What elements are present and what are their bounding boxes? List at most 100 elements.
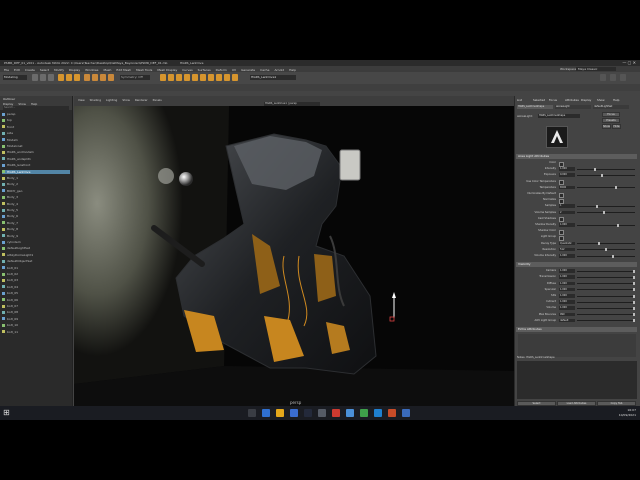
- outliner-row[interactable]: Model1: [2, 138, 70, 143]
- file-explorer-icon[interactable]: [276, 409, 284, 417]
- outliner-row[interactable]: bolt_07: [2, 304, 70, 309]
- outliner-row[interactable]: Body_6: [2, 214, 70, 219]
- attr-slider[interactable]: [577, 282, 635, 286]
- mail-icon[interactable]: [374, 409, 382, 417]
- snap-point-icon[interactable]: [100, 74, 106, 81]
- attr-slider[interactable]: [577, 173, 635, 177]
- attr-menu-item[interactable]: Help: [613, 98, 619, 102]
- toggle-sidebar-icon[interactable]: [600, 74, 606, 81]
- select-tool-icon[interactable]: [58, 74, 64, 81]
- attr-menu-item[interactable]: Attributes: [565, 98, 579, 102]
- attr-slider[interactable]: [577, 167, 635, 171]
- attr-value-field[interactable]: 1.000: [559, 167, 575, 171]
- outliner-row[interactable]: Body_8: [2, 227, 70, 232]
- outliner-row[interactable]: bolt_06: [2, 298, 70, 303]
- viewport-menu-item[interactable]: Shading: [90, 98, 101, 102]
- attr-value-field[interactable]: 2: [559, 210, 575, 215]
- shape-name-field[interactable]: HGRS_LenDriveShape: [538, 114, 580, 118]
- viewport-menu-item[interactable]: Lighting: [106, 98, 117, 102]
- attr-checkbox[interactable]: [559, 235, 564, 241]
- attr-slider[interactable]: [577, 269, 635, 273]
- arnold-render-icon[interactable]: [192, 74, 198, 81]
- mode-select[interactable]: Modeling: [3, 75, 27, 80]
- attr-slider-knob[interactable]: [612, 254, 614, 258]
- attr-slider-knob[interactable]: [598, 242, 600, 246]
- outliner-row[interactable]: Body_7: [2, 221, 70, 226]
- outliner-row[interactable]: HGRS_endsplit1: [2, 157, 70, 162]
- section-visibility[interactable]: Visibility: [516, 262, 637, 268]
- attribute-editor-icon[interactable]: [620, 74, 626, 81]
- attr-slider-knob[interactable]: [605, 248, 607, 252]
- start-icon[interactable]: ⊞: [3, 408, 10, 417]
- attr-slider-knob[interactable]: [633, 275, 635, 279]
- outliner-row[interactable]: bolt_01: [2, 266, 70, 271]
- outliner-row[interactable]: bolt_02: [2, 272, 70, 277]
- snap-curve-icon[interactable]: [92, 74, 98, 81]
- app-icon[interactable]: [360, 409, 368, 417]
- snap-view-icon[interactable]: [108, 74, 114, 81]
- settings-icon[interactable]: [346, 409, 354, 417]
- attr-value-field[interactable]: 1.000: [559, 306, 575, 310]
- section-area-light[interactable]: Area Light Attributes: [516, 154, 637, 159]
- outliner-row[interactable]: defaultObjectSet: [2, 259, 70, 264]
- outliner-row[interactable]: bolt_05: [2, 291, 70, 296]
- outliner-row[interactable]: bolt_10: [2, 323, 70, 328]
- attr-menu-item[interactable]: Display: [581, 98, 591, 102]
- attr-value-field[interactable]: 6500: [559, 185, 575, 190]
- clock-time[interactable]: 16:07: [612, 408, 636, 412]
- attr-value-field[interactable]: default: [559, 318, 575, 323]
- uv-editor-icon[interactable]: [208, 74, 214, 81]
- attr-slider-knob[interactable]: [617, 223, 619, 227]
- viewport-3d[interactable]: persp: [74, 106, 514, 406]
- presets-button[interactable]: Presets: [602, 118, 620, 123]
- maya-taskbar-icon[interactable]: [318, 409, 326, 417]
- attr-slider-knob[interactable]: [601, 173, 603, 177]
- attr-slider[interactable]: [577, 223, 635, 227]
- attr-checkbox[interactable]: [559, 192, 564, 198]
- node-editor-icon[interactable]: [216, 74, 222, 81]
- snap-grid-icon[interactable]: [84, 74, 90, 81]
- attr-slider[interactable]: [577, 306, 635, 310]
- attr-slider[interactable]: [577, 319, 635, 323]
- camera-field[interactable]: HGRS_LenDrive1 | persp: [264, 101, 320, 106]
- viewport-menu-item[interactable]: Renderer: [135, 98, 148, 102]
- outliner-row[interactable]: aiSkyDomeLight1: [2, 253, 70, 258]
- photoshop-icon[interactable]: [290, 409, 298, 417]
- attr-checkbox[interactable]: [559, 217, 564, 223]
- outliner-row[interactable]: bolt_03: [2, 278, 70, 283]
- save-scene-icon[interactable]: [48, 74, 54, 81]
- outliner-row[interactable]: bolt_08: [2, 310, 70, 315]
- browser-icon[interactable]: [402, 409, 410, 417]
- notes-area[interactable]: [517, 361, 637, 399]
- attr-value-field[interactable]: Quadratic: [559, 241, 575, 246]
- attr-slider[interactable]: [577, 275, 635, 279]
- attr-slider-knob[interactable]: [633, 319, 635, 323]
- attr-value-field[interactable]: 1.000: [559, 275, 575, 279]
- outliner-row[interactable]: defaultLightSet: [2, 246, 70, 251]
- outliner-icon[interactable]: [232, 74, 238, 81]
- node-tab[interactable]: HGRS_LenDriveShape: [517, 105, 553, 109]
- attr-slider-knob[interactable]: [594, 167, 596, 171]
- attr-checkbox[interactable]: [559, 198, 564, 204]
- node-tab[interactable]: aiAreaLight: [555, 105, 591, 109]
- focus-button[interactable]: Focus: [602, 112, 620, 117]
- attr-slider[interactable]: [577, 186, 635, 190]
- arnold-light-icon[interactable]: [200, 74, 206, 81]
- media-icon[interactable]: [388, 409, 396, 417]
- arnold-icon[interactable]: [332, 409, 340, 417]
- graph-editor-icon[interactable]: [224, 74, 230, 81]
- attr-value-field[interactable]: 1.000: [559, 287, 575, 292]
- attr-value-field[interactable]: 0.000: [559, 173, 575, 177]
- outliner-search[interactable]: Search...: [3, 105, 69, 110]
- attr-menu-item[interactable]: List: [517, 98, 522, 102]
- paint-select-icon[interactable]: [74, 74, 80, 81]
- attr-slider-knob[interactable]: [633, 269, 635, 273]
- attr-value-field[interactable]: 1.000: [559, 254, 575, 258]
- attr-slider-knob[interactable]: [633, 294, 635, 298]
- attr-value-field[interactable]: 1.000: [559, 300, 575, 304]
- show-button[interactable]: Show: [602, 124, 611, 129]
- outliner-row[interactable]: HGRS_LenDrive: [2, 169, 70, 175]
- attr-slider[interactable]: [577, 288, 635, 292]
- outliner-row[interactable]: Body_4: [2, 202, 70, 207]
- substance-icon[interactable]: [304, 409, 312, 417]
